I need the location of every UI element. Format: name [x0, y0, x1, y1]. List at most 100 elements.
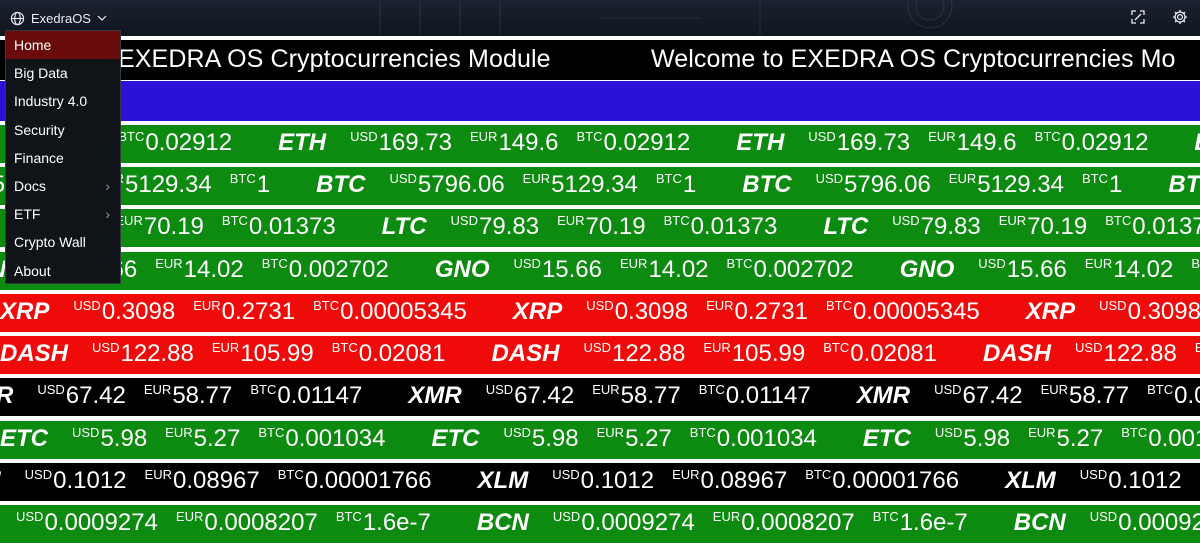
eur-quote: EUR 70.19 [115, 213, 204, 241]
eur-quote: EUR 0.0008207 [713, 509, 855, 537]
currency-label: EUR [1084, 256, 1113, 271]
eur-quote: EUR 0.0008207 [176, 509, 318, 537]
ticker-segment: DASHUSD122.88EUR105.99BTC0.02081 [983, 340, 1200, 368]
menu-item-label: Home [14, 37, 52, 53]
ticker-symbol: DASH [0, 340, 69, 367]
ticker-segment: BCNUSD0.0009274EUR0.0008207BTC1.6e-7 [0, 509, 449, 537]
currency-label: BTC [823, 340, 850, 355]
currency-label: BTC [689, 425, 716, 440]
usd-price: 15.66 [1006, 256, 1067, 283]
btc-quote: BTC 0.02081 [332, 340, 446, 368]
fullscreen-icon[interactable] [1130, 9, 1148, 27]
usd-price: 169.73 [836, 129, 911, 156]
eur-price: 70.19 [1027, 213, 1088, 240]
btc-quote: BTC0.01147 [1147, 382, 1200, 410]
usd-quote: USD79.83 [451, 213, 540, 241]
btc-quote: BTC0.002702 [262, 256, 389, 284]
currency-label: USD [24, 467, 53, 482]
ticker-segment: LTC USD79.83 EUR70.19 BTC0.01373 [382, 213, 796, 241]
ticker-segment: ETC USD5.98 EUR5.27 BTC0.001034 [431, 425, 834, 453]
btc-quote: BTC 1.6e-7 [873, 509, 968, 537]
btc-quote: BTC0.001034 [690, 425, 817, 453]
btc-quote: BTC0.01147 [250, 382, 362, 410]
eur-price: 14.02 [183, 256, 244, 283]
menu-item-industry-4-0[interactable]: Industry 4.0 [6, 87, 120, 115]
currency-label: BTC [655, 171, 682, 186]
btc-quote: BTC0.01373 [664, 213, 778, 241]
btc-price: 1.6e-7 [362, 509, 431, 536]
currency-label: USD [92, 340, 120, 355]
currency-label: EUR [144, 467, 172, 482]
ticker-symbol: ETH [278, 129, 327, 156]
currency-label: USD [450, 213, 478, 228]
menu-item-security[interactable]: Security [6, 116, 120, 144]
eur-quote: EUR 5.27 [165, 425, 240, 453]
btc-price: 1 [1109, 171, 1123, 198]
ticker-segment: BTCUSD5796.06EUR5129.34BTC1 [1168, 171, 1200, 199]
usd-quote: USD 67.42 [934, 382, 1023, 410]
usd-quote: USD0.0009274 [553, 509, 695, 537]
usd-price: 169.73 [378, 129, 452, 156]
usd-price: 0.1012 [1108, 467, 1182, 494]
usd-quote: USD5796.06 [816, 171, 931, 199]
currency-label: EUR [143, 382, 172, 397]
menu-item-crypto-wall[interactable]: Crypto Wall [6, 228, 120, 256]
usd-price: 67.42 [514, 382, 575, 409]
currency-label: EUR [557, 213, 585, 228]
eur-price: 0.08967 [172, 467, 260, 494]
eur-price: 58.77 [172, 382, 233, 409]
eur-price: 70.19 [585, 213, 646, 240]
eur-quote: EUR 14.02 [1085, 256, 1174, 284]
module-title: EXEDRA OS Cryptocurrencies Module [118, 45, 551, 73]
currency-label: BTC [331, 340, 358, 355]
usd-quote: USD5796.06 [389, 171, 504, 199]
usd-price: 0.0009274 [581, 509, 695, 536]
btc-quote: BTC 0.02912 [118, 129, 232, 157]
usd-quote: USD 0.3098 [586, 298, 688, 326]
usd-quote: USD 169.73 [808, 129, 910, 157]
ticker-segment: ETH USD169.73 EUR149.6 BTC0.02912 [278, 129, 708, 157]
btc-quote: BTC 0.00001766 [805, 467, 959, 495]
ticker-symbol: GNO [899, 256, 955, 283]
usd-price: 5.98 [531, 425, 579, 452]
app-switcher[interactable]: ExedraOS [10, 9, 107, 27]
menu-item-big-data[interactable]: Big Data [6, 59, 120, 87]
btc-price: 0.002702 [288, 256, 389, 283]
menu-item-about[interactable]: About [6, 257, 120, 285]
eur-price: 5.27 [625, 425, 672, 452]
menu-item-docs[interactable]: Docs › [6, 172, 120, 200]
ticker-segment: XMR USD67.42 EUR58.77 BTC0.01147 [408, 382, 828, 410]
currency-label: BTC [663, 213, 690, 228]
currency-label: USD [16, 509, 44, 524]
ticker-segment: XRPUSD0.3098EUR0.2731BTC0.00005345 [1026, 298, 1200, 326]
currency-label: BTC [1121, 425, 1148, 440]
ticker-symbol: XMR [856, 382, 911, 409]
ticker-segment: BTCUSD5796.06EUR5129.34BTC1 [742, 171, 1140, 199]
btc-quote: BTC 0.02912 [577, 129, 691, 157]
usd-price: 5796.06 [844, 171, 931, 198]
currency-label: USD [808, 129, 836, 144]
usd-quote: USD 122.88 [584, 340, 686, 368]
eur-price: 0.08967 [700, 467, 788, 494]
currency-label: EUR [1040, 382, 1069, 397]
currency-label: BTC [825, 298, 852, 313]
currency-label: USD [934, 382, 962, 397]
gear-icon[interactable] [1172, 9, 1190, 27]
currency-label: EUR [703, 340, 731, 355]
ticker-row-xlm: XLMUSD0.1012EUR0.08967BTC0.00001766XLMUS… [0, 461, 1200, 501]
btc-price: 0.02081 [358, 340, 446, 367]
menu-item-home[interactable]: Home [6, 31, 120, 60]
menu-item-label: About [14, 262, 51, 279]
ticker-symbol: BTC [316, 171, 366, 198]
currency-label: BTC [1082, 171, 1109, 186]
menu-item-etf[interactable]: ETF › [6, 200, 120, 228]
menu-item-finance[interactable]: Finance [6, 144, 120, 172]
btc-price: 0.001034 [285, 425, 386, 452]
currency-label: EUR [175, 509, 204, 524]
ticker-segment: DASHUSD122.88EUR105.99BTC0.02081 [492, 340, 956, 368]
currency-label: BTC [229, 171, 256, 186]
eur-quote: EUR 0.2731 [706, 298, 808, 326]
eur-quote: EUR 58.77 [144, 382, 233, 410]
currency-label: USD [485, 382, 514, 397]
ticker-row-etc: ETC USD 5.98 EUR 5.27 BTC 0.001034 ETC USD 5.98 EU… [0, 419, 1200, 459]
